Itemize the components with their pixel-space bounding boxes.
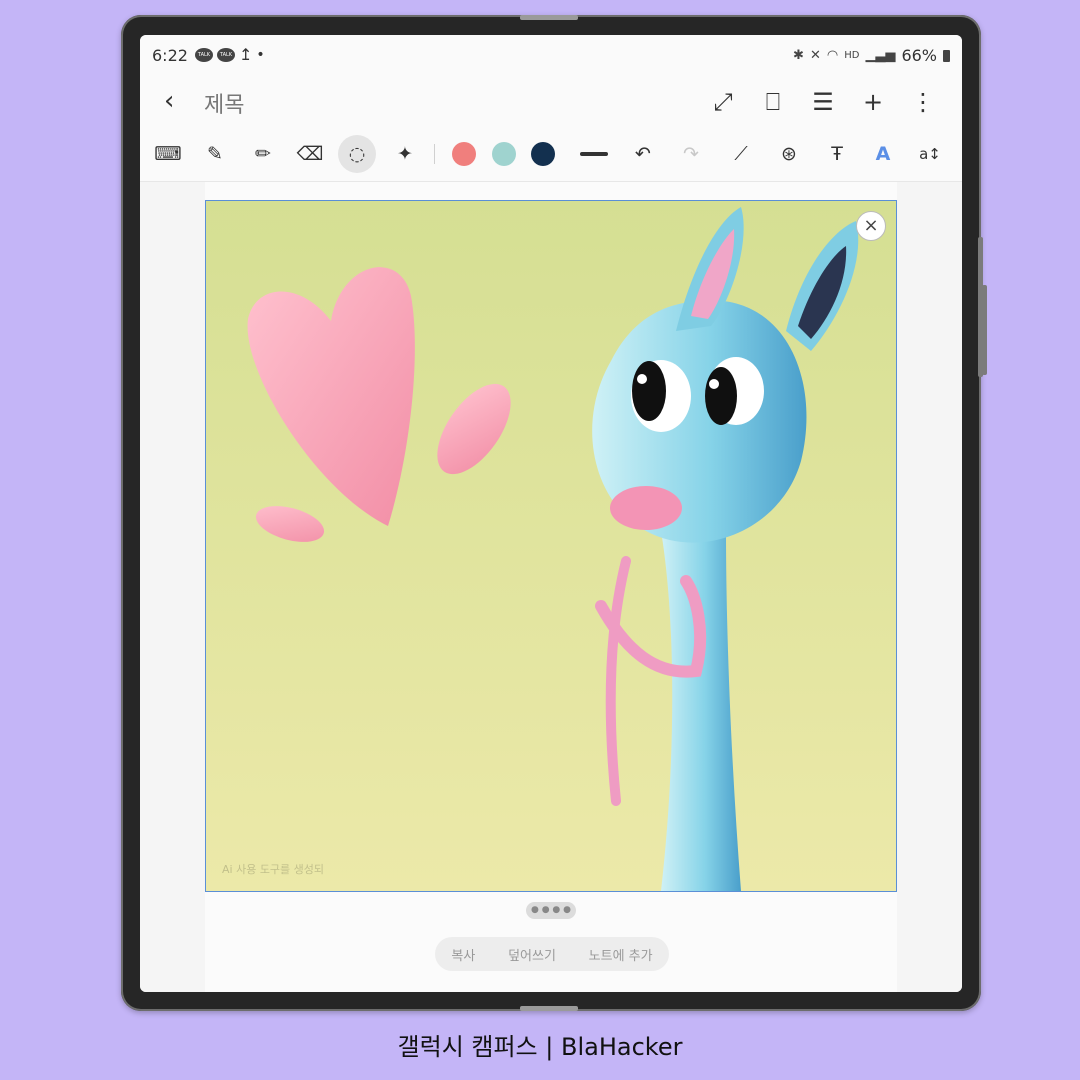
status-time: 6:22 bbox=[152, 46, 188, 65]
hd-voice-icon: HD bbox=[844, 50, 860, 61]
kakaotalk-icon: TALK bbox=[195, 48, 213, 62]
ai-illustration bbox=[206, 201, 896, 891]
drawing-toolbar: ⌨ ✎ ✏ ⌫ ◌ ✦ ↶ ↷ ⟋ ⊛ Ŧ A a↕ bbox=[140, 127, 962, 182]
image-pager[interactable]: ● ● ● ● bbox=[526, 902, 576, 919]
status-notifications: TALK TALK ↥ • bbox=[195, 47, 265, 63]
pen-settings-icon[interactable]: ⊛ bbox=[774, 139, 804, 169]
copy-button[interactable]: 복사 bbox=[451, 945, 475, 964]
ai-sparkle-icon[interactable]: ✦ bbox=[390, 139, 420, 169]
color-swatch-coral[interactable] bbox=[452, 142, 476, 166]
add-icon[interactable]: + bbox=[858, 87, 888, 117]
close-image-button[interactable]: × bbox=[856, 211, 886, 241]
status-bar: 6:22 TALK TALK ↥ • ✱ ✕ ◠ HD ▁▃▅ 66% bbox=[140, 35, 962, 77]
title-bar: ‹ 제목 ⤢ ⎕ ☰ + ⋮ bbox=[140, 77, 962, 127]
mute-icon: ✕ bbox=[809, 48, 821, 63]
redo-icon[interactable]: ↷ bbox=[676, 139, 706, 169]
pen-icon[interactable]: ✎ bbox=[200, 139, 230, 169]
page-layout-icon[interactable]: ☰ bbox=[808, 87, 838, 117]
hinge-top bbox=[520, 15, 578, 20]
note-title[interactable]: 제목 bbox=[204, 87, 244, 119]
more-options-icon[interactable]: ⋮ bbox=[908, 87, 938, 117]
expand-icon[interactable]: ⤢ bbox=[708, 87, 738, 117]
bluetooth-icon: ✱ bbox=[793, 48, 804, 63]
eraser-icon[interactable]: ⌫ bbox=[295, 139, 325, 169]
creature-pupil-left bbox=[632, 361, 666, 421]
status-system-icons: ✱ ✕ ◠ HD ▁▃▅ 66% bbox=[793, 46, 950, 65]
creature-pupil-right bbox=[705, 367, 737, 425]
text-pen-icon[interactable]: Ŧ bbox=[822, 139, 852, 169]
screen: 6:22 TALK TALK ↥ • ✱ ✕ ◠ HD ▁▃▅ 66% ‹ 제목… bbox=[140, 35, 962, 992]
stroke-thickness-button[interactable] bbox=[580, 152, 608, 156]
wifi-icon: ◠ bbox=[826, 48, 839, 63]
signal-icon: ▁▃▅ bbox=[865, 48, 896, 63]
image-action-bar: 복사 덮어쓰기 노트에 추가 bbox=[435, 937, 669, 971]
highlighter-icon[interactable]: ✏ bbox=[248, 139, 278, 169]
keyboard-icon[interactable]: ⌨ bbox=[153, 139, 183, 169]
add-to-note-button[interactable]: 노트에 추가 bbox=[589, 945, 653, 964]
eye-glint-right bbox=[709, 379, 719, 389]
toolbar-divider bbox=[434, 144, 435, 164]
color-swatch-mint[interactable] bbox=[492, 142, 516, 166]
hinge-bottom bbox=[520, 1006, 578, 1011]
book-view-icon[interactable]: ⎕ bbox=[758, 87, 788, 117]
battery-percent: 66% bbox=[901, 46, 937, 65]
shape-pen-icon[interactable]: ⟋ bbox=[726, 139, 756, 169]
side-button-2 bbox=[982, 285, 987, 375]
ai-watermark: Ai 사용 도구를 생성되 bbox=[222, 863, 325, 876]
eye-glint-left bbox=[637, 374, 647, 384]
battery-icon bbox=[943, 49, 950, 62]
title-actions: ⤢ ⎕ ☰ + ⋮ bbox=[708, 87, 938, 117]
text-style-icon[interactable]: A bbox=[868, 139, 898, 169]
more-notifications-dot: • bbox=[256, 47, 265, 63]
overwrite-button[interactable]: 덮어쓰기 bbox=[508, 945, 556, 964]
kakaotalk-icon: TALK bbox=[217, 48, 235, 62]
page-caption: 갤럭시 캠퍼스 | BlaHacker bbox=[397, 1033, 683, 1061]
back-button[interactable]: ‹ bbox=[164, 87, 188, 115]
text-size-icon[interactable]: a↕ bbox=[915, 139, 945, 169]
generated-image[interactable] bbox=[205, 200, 897, 892]
color-swatch-navy[interactable] bbox=[531, 142, 555, 166]
creature-nose bbox=[610, 486, 682, 530]
undo-icon[interactable]: ↶ bbox=[628, 139, 658, 169]
lasso-select-icon[interactable]: ◌ bbox=[338, 135, 376, 173]
upload-icon: ↥ bbox=[239, 45, 253, 64]
